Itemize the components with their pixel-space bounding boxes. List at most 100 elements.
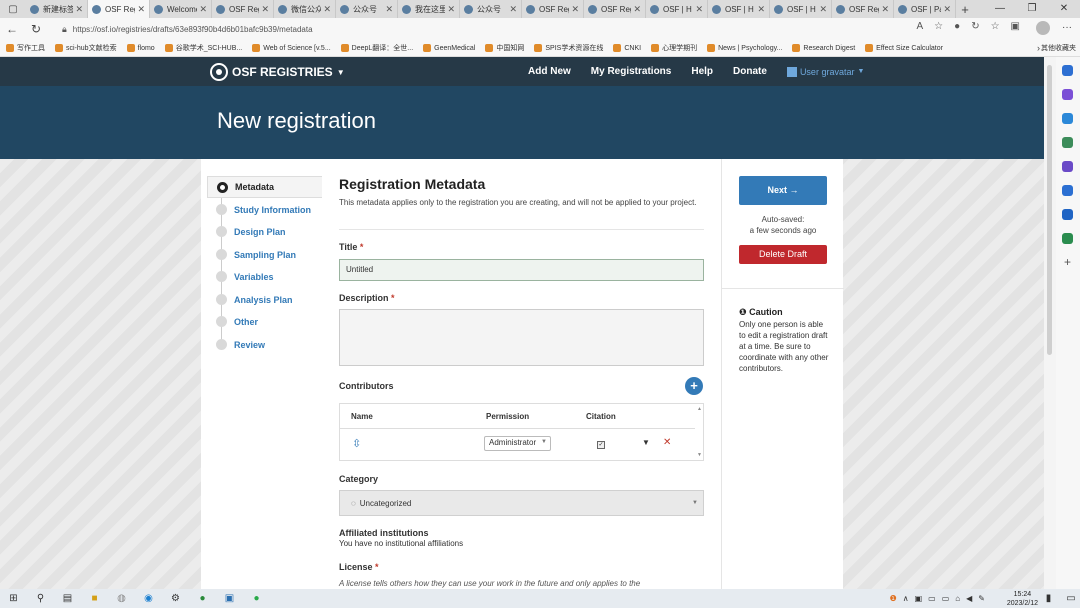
step-review[interactable]: Review <box>216 339 265 350</box>
browser-tab[interactable]: OSF Reg ✕ <box>212 0 274 18</box>
tab-close-icon[interactable]: ✕ <box>137 4 145 15</box>
volume-icon[interactable]: ◀ <box>966 594 972 603</box>
close-window-icon[interactable]: ✕ <box>1048 0 1080 18</box>
bookmark-item[interactable]: 谷歌学术_SCI-HUB... <box>164 43 242 53</box>
nav-donate[interactable]: Donate <box>733 66 767 77</box>
next-button[interactable]: Next → <box>739 176 827 205</box>
scroll-up-icon[interactable]: ▲ <box>697 406 702 412</box>
taskbar-clock[interactable]: 15:24 2023/2/12 <box>1007 589 1038 608</box>
read-aloud-icon[interactable]: A <box>917 21 924 32</box>
other-bookmarks[interactable]: 其他收藏夹 <box>1041 43 1076 53</box>
browser-tab[interactable]: OSF Reg ✕ <box>832 0 894 18</box>
permission-select[interactable]: Administrator ▼ <box>484 436 551 451</box>
photos-icon[interactable]: ▣ <box>216 589 243 608</box>
games-icon[interactable] <box>1062 161 1073 172</box>
discover-icon[interactable] <box>1062 89 1073 100</box>
more-menu-icon[interactable]: ··· <box>1062 22 1072 33</box>
add-icon[interactable]: + <box>1062 256 1073 268</box>
tree-icon[interactable] <box>1062 233 1073 244</box>
collections-icon[interactable]: ▣ <box>1011 21 1020 32</box>
browser-tab[interactable]: 我在这里 ✕ <box>398 0 460 18</box>
tab-close-icon[interactable]: ✕ <box>447 4 455 15</box>
file-explorer-icon[interactable]: ■ <box>81 589 108 608</box>
network-icon[interactable]: ⌂ <box>955 594 960 603</box>
search-icon[interactable] <box>1062 65 1073 76</box>
tab-close-icon[interactable]: ✕ <box>943 4 951 15</box>
tray-expand-icon[interactable]: ∧ <box>903 594 909 603</box>
pen-icon[interactable]: ✎ <box>978 594 985 603</box>
tab-close-icon[interactable]: ✕ <box>633 4 641 15</box>
minimize-icon[interactable]: — <box>984 0 1016 18</box>
outlook-icon[interactable] <box>1062 209 1073 220</box>
battery-icon[interactable]: ▭ <box>942 594 950 603</box>
tab-close-icon[interactable]: ✕ <box>75 4 83 15</box>
tab-close-icon[interactable]: ✕ <box>509 4 517 15</box>
browser-tab[interactable]: OSF | H ✕ <box>646 0 708 18</box>
add-contributor-button[interactable]: + <box>685 377 703 395</box>
tray-app-icon[interactable]: ❶ <box>890 594 897 603</box>
step-metadata[interactable]: Metadata <box>207 176 322 198</box>
tab-close-icon[interactable]: ✕ <box>757 4 765 15</box>
ime-icon[interactable]: ▮ <box>1035 589 1062 608</box>
tab-close-icon[interactable]: ✕ <box>385 4 393 15</box>
task-view-icon[interactable]: ▤ <box>54 589 81 608</box>
description-textarea[interactable] <box>339 309 704 366</box>
bookmark-item[interactable]: Effect Size Calculator <box>865 44 943 52</box>
browser-tab[interactable]: 微信公众 ✕ <box>274 0 336 18</box>
browser-tab[interactable]: 新建标签 ✕ <box>26 0 88 18</box>
tab-close-icon[interactable]: ✕ <box>261 4 269 15</box>
browser-tab[interactable]: OSF Reg ✕ <box>584 0 646 18</box>
edge-icon[interactable]: ◉ <box>135 589 162 608</box>
bookmark-item[interactable]: GeenMedical <box>423 44 475 52</box>
tab-close-icon[interactable]: ✕ <box>819 4 827 15</box>
tab-close-icon[interactable]: ✕ <box>199 4 207 15</box>
step-variables[interactable]: Variables <box>216 271 274 282</box>
category-select[interactable]: ◌ Uncategorized ▼ <box>339 490 704 516</box>
step-analysis-plan[interactable]: Analysis Plan <box>216 294 293 305</box>
step-design-plan[interactable]: Design Plan <box>216 226 286 237</box>
nav-my-registrations[interactable]: My Registrations <box>591 66 672 77</box>
browser-tab[interactable]: OSF Reg ✕ <box>522 0 584 18</box>
browser-tab[interactable]: OSF | H ✕ <box>770 0 832 18</box>
profile-avatar[interactable] <box>1036 21 1050 35</box>
notification-icon[interactable]: ▭ <box>1062 589 1080 608</box>
favorite-add-icon[interactable]: ☆ <box>934 21 943 32</box>
bookmark-item[interactable]: flomo <box>126 44 155 52</box>
osf-brand-menu[interactable]: OSF REGISTRIES ▼ <box>210 63 345 81</box>
tab-actions-icon[interactable]: ▢ <box>0 0 26 18</box>
bookmark-item[interactable]: sci-hub文献检索 <box>55 43 117 53</box>
search-icon[interactable]: ⚲ <box>27 589 54 608</box>
bookmark-item[interactable]: 心理学期刊 <box>651 43 697 53</box>
sync-icon[interactable]: ↻ <box>971 21 979 32</box>
settings-icon[interactable]: ⚙ <box>162 589 189 608</box>
browser-tab[interactable]: OSF | H ✕ <box>708 0 770 18</box>
citation-checkbox[interactable]: ✓ <box>597 441 605 449</box>
drag-handle-icon[interactable]: ⇳ <box>352 437 361 450</box>
step-sampling-plan[interactable]: Sampling Plan <box>216 249 296 260</box>
row-expand-icon[interactable]: ▼ <box>642 438 650 447</box>
office-icon[interactable] <box>1062 185 1073 196</box>
favorites-icon[interactable]: ☆ <box>991 21 1000 32</box>
tab-close-icon[interactable]: ✕ <box>571 4 579 15</box>
bookmark-item[interactable]: News | Psychology... <box>707 44 782 52</box>
browser-tab[interactable]: OSF | Pa ✕ <box>894 0 956 18</box>
tray-icon[interactable]: ▭ <box>928 594 936 603</box>
bookmark-item[interactable]: CNKI <box>613 44 641 52</box>
browser-tab[interactable]: 公众号 ✕ <box>460 0 522 18</box>
user-menu[interactable]: User gravatar ▼ <box>786 66 864 77</box>
tab-close-icon[interactable]: ✕ <box>881 4 889 15</box>
delete-draft-button[interactable]: Delete Draft <box>739 245 827 264</box>
url-field[interactable]: 🔒︎ https://osf.io/registries/drafts/63e8… <box>62 20 862 38</box>
tab-close-icon[interactable]: ✕ <box>323 4 331 15</box>
bookmark-item[interactable]: 写作工具 <box>6 43 45 53</box>
step-other[interactable]: Other <box>216 316 258 327</box>
title-input[interactable]: Untitled <box>339 259 704 281</box>
page-scrollbar[interactable] <box>1044 57 1056 589</box>
app-icon[interactable]: ● <box>189 589 216 608</box>
wechat-icon[interactable]: ● <box>243 589 270 608</box>
app-icon[interactable]: ◍ <box>108 589 135 608</box>
bookmark-item[interactable]: Web of Science [v.5... <box>252 44 331 52</box>
bookmark-item[interactable]: 中国知网 <box>485 43 524 53</box>
remove-contributor-icon[interactable]: ✕ <box>663 437 671 448</box>
refresh-icon[interactable]: ↻ <box>24 22 48 36</box>
